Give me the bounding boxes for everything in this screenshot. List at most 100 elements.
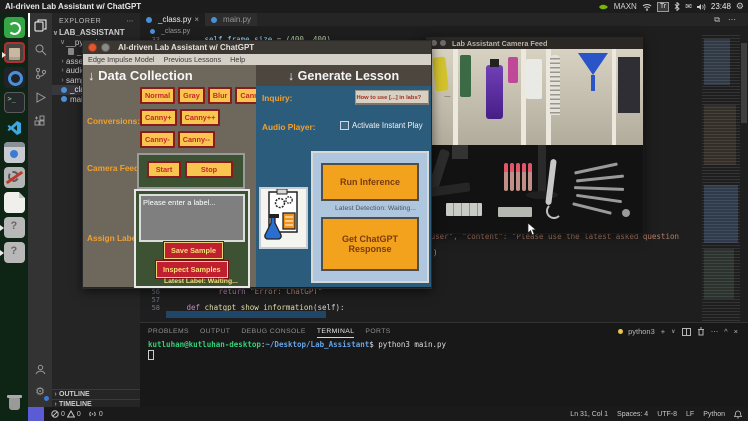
cam-tool — [574, 162, 618, 175]
tab-terminal[interactable]: TERMINAL — [316, 328, 355, 338]
tab-ports[interactable]: PORTS — [365, 328, 390, 338]
problems-summary[interactable]: 0 0 — [51, 410, 81, 418]
dock-trash-icon[interactable] — [4, 392, 25, 413]
cam-stand-pole — [538, 145, 546, 195]
panel-more-icon[interactable]: ⋯ — [711, 327, 719, 336]
save-sample-button[interactable]: Save Sample — [164, 242, 224, 259]
close-panel-icon[interactable]: × — [734, 327, 738, 336]
run-inference-button[interactable]: Run Inference — [321, 163, 419, 201]
clock[interactable]: 23:48 — [711, 2, 731, 11]
wifi-icon[interactable] — [642, 3, 652, 11]
dock-unknown-app-2-icon[interactable]: ? — [0, 242, 25, 263]
conversion-normal-button[interactable]: Normal — [140, 87, 176, 105]
dock-document-icon[interactable] — [3, 192, 25, 213]
account-icon[interactable] — [28, 357, 52, 381]
cam-dark-equipment — [618, 57, 640, 113]
refresh-glyph — [8, 21, 21, 35]
inquiry-label: Inquiry: — [262, 93, 293, 103]
menu-previous-lessons[interactable]: Previous Lessons — [164, 55, 222, 64]
conversion-blur-button[interactable]: Blur — [207, 87, 233, 105]
get-chatgpt-response-button[interactable]: Get ChatGPT Response — [321, 217, 419, 271]
volume-icon[interactable] — [696, 3, 706, 11]
dock-update-manager-icon[interactable] — [3, 17, 25, 38]
tab-main-py[interactable]: main.py — [205, 13, 258, 26]
dock-file-manager-icon[interactable] — [1, 42, 25, 63]
split-editor-icon[interactable]: ⧉ — [714, 15, 720, 25]
language-mode[interactable]: Python — [703, 411, 725, 418]
minimize-button[interactable] — [101, 43, 110, 52]
dock-terminal-icon[interactable]: >_ — [3, 92, 25, 113]
tree-root-lab-assistant[interactable]: ∨ LAB_ASSISTANT — [52, 28, 140, 38]
indentation[interactable]: Spaces: 4 — [617, 411, 648, 418]
shell-selector[interactable]: python3 — [618, 327, 655, 336]
cursor-position[interactable]: Ln 31, Col 1 — [570, 411, 608, 418]
maximize-panel-icon[interactable]: ^ — [724, 327, 728, 336]
page-fold-glyph — [18, 192, 25, 198]
conversion-gray-button[interactable]: Gray — [178, 87, 205, 105]
science-lesson-icon — [259, 187, 308, 249]
active-window-title: AI-driven Lab Assistant w/ ChatGPT — [5, 2, 142, 11]
conversion-canny-plus-button[interactable]: Canny+ — [140, 109, 177, 127]
encoding[interactable]: UTF-8 — [657, 411, 677, 418]
mail-icon[interactable]: ✉ — [685, 2, 692, 11]
dock-browser-icon[interactable] — [3, 67, 25, 88]
tab-output[interactable]: OUTPUT — [200, 328, 230, 338]
editor-scrollbar[interactable] — [740, 35, 748, 322]
cam-tool — [576, 193, 622, 204]
close-button[interactable] — [88, 43, 97, 52]
source-control-icon[interactable] — [28, 61, 52, 85]
split-terminal-icon[interactable] — [681, 327, 691, 336]
extensions-icon[interactable] — [28, 109, 52, 133]
cam-magenta-item — [508, 57, 518, 83]
explorer-more-icon[interactable]: ⋯ — [127, 17, 135, 25]
run-debug-icon[interactable] — [28, 85, 52, 109]
latest-label-status: Latest Label: Waiting... — [164, 278, 238, 285]
new-terminal-button[interactable]: + — [661, 327, 665, 336]
cam-shelf — [426, 49, 643, 145]
eol-type[interactable]: LF — [686, 411, 694, 418]
status-bar: 0 0 0 Ln 31, Col 1 Spaces: 4 UTF-8 LF Py… — [28, 407, 748, 421]
conversion-canny-minus-button[interactable]: Canny- — [140, 131, 175, 149]
close-icon[interactable]: × — [194, 15, 199, 24]
minimap[interactable] — [702, 35, 740, 322]
camera-window-titlebar[interactable]: Lab Assistant Camera Feed — [426, 37, 643, 49]
dock-system-settings-icon[interactable] — [3, 167, 25, 188]
start-button[interactable]: Start — [147, 161, 181, 179]
keyboard-layout-indicator[interactable]: Tr — [656, 1, 670, 12]
terminal-prompt-line[interactable]: kutluhan@kutluhan-desktop:~/Desktop/Lab_… — [148, 340, 446, 349]
remote-indicator[interactable] — [28, 407, 44, 421]
tab-problems[interactable]: PROBLEMS — [148, 328, 189, 338]
instant-play-checkbox[interactable]: Activate Instant Play — [340, 121, 423, 130]
inspect-samples-button[interactable]: Inspect Samples — [156, 261, 228, 278]
app-titlebar[interactable]: AI-driven Lab Assistant w/ ChatGPT — [83, 41, 431, 54]
scrollbar-thumb[interactable] — [741, 43, 747, 123]
cam-blue-funnel — [578, 53, 608, 75]
menu-help[interactable]: Help — [230, 55, 245, 64]
browser-ring-glyph — [7, 71, 23, 86]
editor-more-icon[interactable]: ⋯ — [728, 15, 736, 24]
dock-software-store-icon[interactable] — [3, 142, 25, 163]
outline-section[interactable]: › OUTLINE — [52, 389, 140, 400]
menu-edge-impulse-model[interactable]: Edge Impulse Model — [88, 55, 155, 64]
stop-button[interactable]: Stop — [185, 161, 233, 179]
dock-vscode-icon[interactable] — [4, 117, 25, 138]
notifications-bell-icon[interactable] — [734, 410, 742, 419]
search-icon[interactable] — [28, 37, 52, 61]
session-gear-icon[interactable]: ⚙ — [736, 2, 744, 11]
broadcast-status[interactable]: 0 — [88, 410, 103, 418]
window-button[interactable] — [440, 40, 446, 46]
minimap-block — [704, 185, 738, 243]
bluetooth-icon[interactable] — [674, 2, 680, 11]
label-textarea[interactable]: Please enter a label... — [139, 194, 245, 242]
explorer-icon[interactable] — [28, 13, 52, 37]
kill-terminal-icon[interactable] — [697, 327, 705, 336]
terminal-dropdown-icon[interactable]: ∨ — [671, 328, 675, 335]
tab-class-py[interactable]: _class.py × — [140, 13, 206, 26]
conversion-canny-plus-plus-button[interactable]: Canny++ — [179, 109, 221, 127]
tab-debug-console[interactable]: DEBUG CONSOLE — [241, 328, 306, 338]
conversion-canny-minus-minus-button[interactable]: Canny-- — [177, 131, 215, 149]
inquiry-dropdown[interactable]: How to use [...] in labs? — — [355, 90, 450, 105]
cam-tool — [573, 186, 625, 191]
dock-unknown-app-1-icon[interactable]: ? — [0, 217, 25, 238]
manage-gear-icon[interactable]: ⚙ — [28, 379, 52, 403]
